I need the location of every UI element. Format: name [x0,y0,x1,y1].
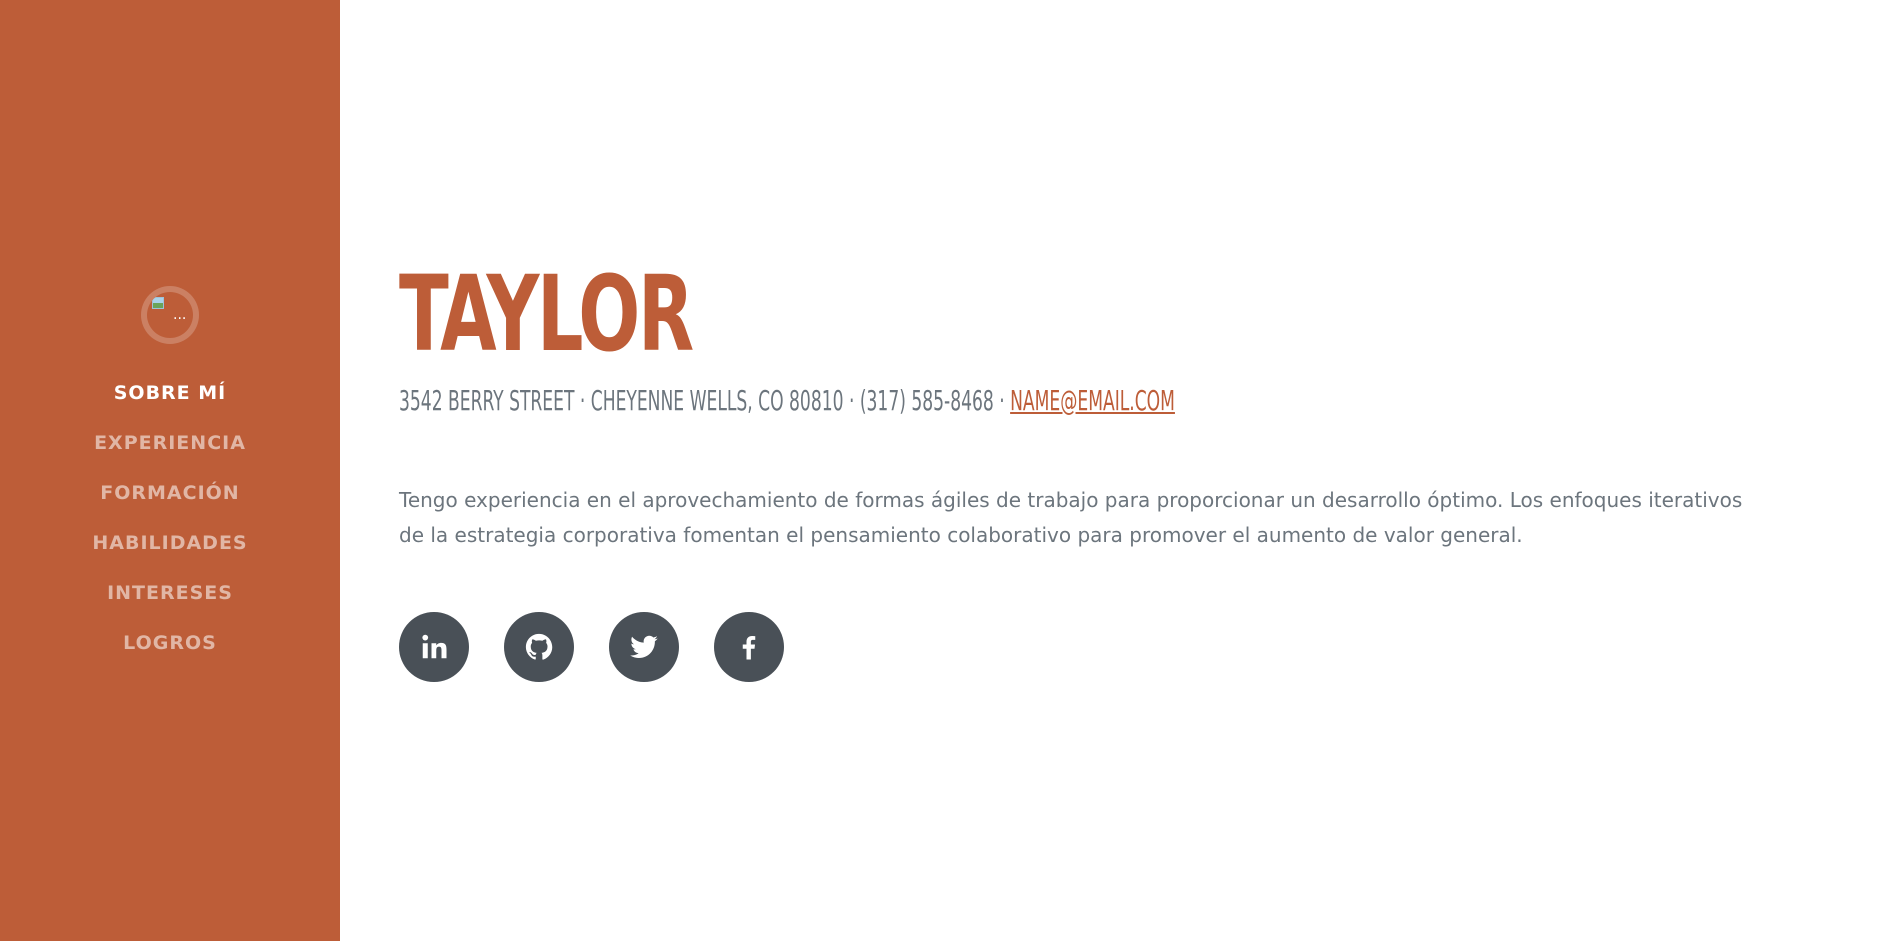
social-links [399,612,784,682]
nav-item-intereses[interactable]: INTERESES [107,568,233,618]
facebook-icon [742,636,756,660]
nav-item-logros[interactable]: LOGROS [123,618,217,668]
github-button[interactable] [504,612,574,682]
sidebar: ... SOBRE MÍ EXPERIENCIA FORMACIÓN HABIL… [0,0,340,941]
nav-item-habilidades[interactable]: HABILIDADES [92,518,247,568]
contact-line: 3542 BERRY STREET · CHEYENNE WELLS, CO 8… [399,384,1175,418]
page: ... SOBRE MÍ EXPERIENCIA FORMACIÓN HABIL… [0,0,1899,941]
broken-image-icon [152,297,164,309]
linkedin-button[interactable] [399,612,469,682]
address-phone: 3542 BERRY STREET · CHEYENNE WELLS, CO 8… [399,384,1011,417]
email-link[interactable]: NAME@EMAIL.COM [1010,384,1175,417]
github-icon [525,633,553,660]
twitter-button[interactable] [609,612,679,682]
facebook-button[interactable] [714,612,784,682]
avatar-alt-text: ... [173,307,187,323]
avatar[interactable]: ... [141,286,199,344]
bio-text: Tengo experiencia en el aprovechamiento … [399,488,1743,547]
twitter-icon [630,635,658,658]
linkedin-icon [422,634,447,659]
person-name: TAYLOR [399,253,694,375]
main-content: TAYLOR 3542 BERRY STREET · CHEYENNE WELL… [340,0,1899,941]
sidebar-nav: SOBRE MÍ EXPERIENCIA FORMACIÓN HABILIDAD… [92,368,247,668]
nav-item-experiencia[interactable]: EXPERIENCIA [94,418,246,468]
nav-item-sobre-mi[interactable]: SOBRE MÍ [114,368,227,418]
nav-item-formacion[interactable]: FORMACIÓN [100,468,239,518]
